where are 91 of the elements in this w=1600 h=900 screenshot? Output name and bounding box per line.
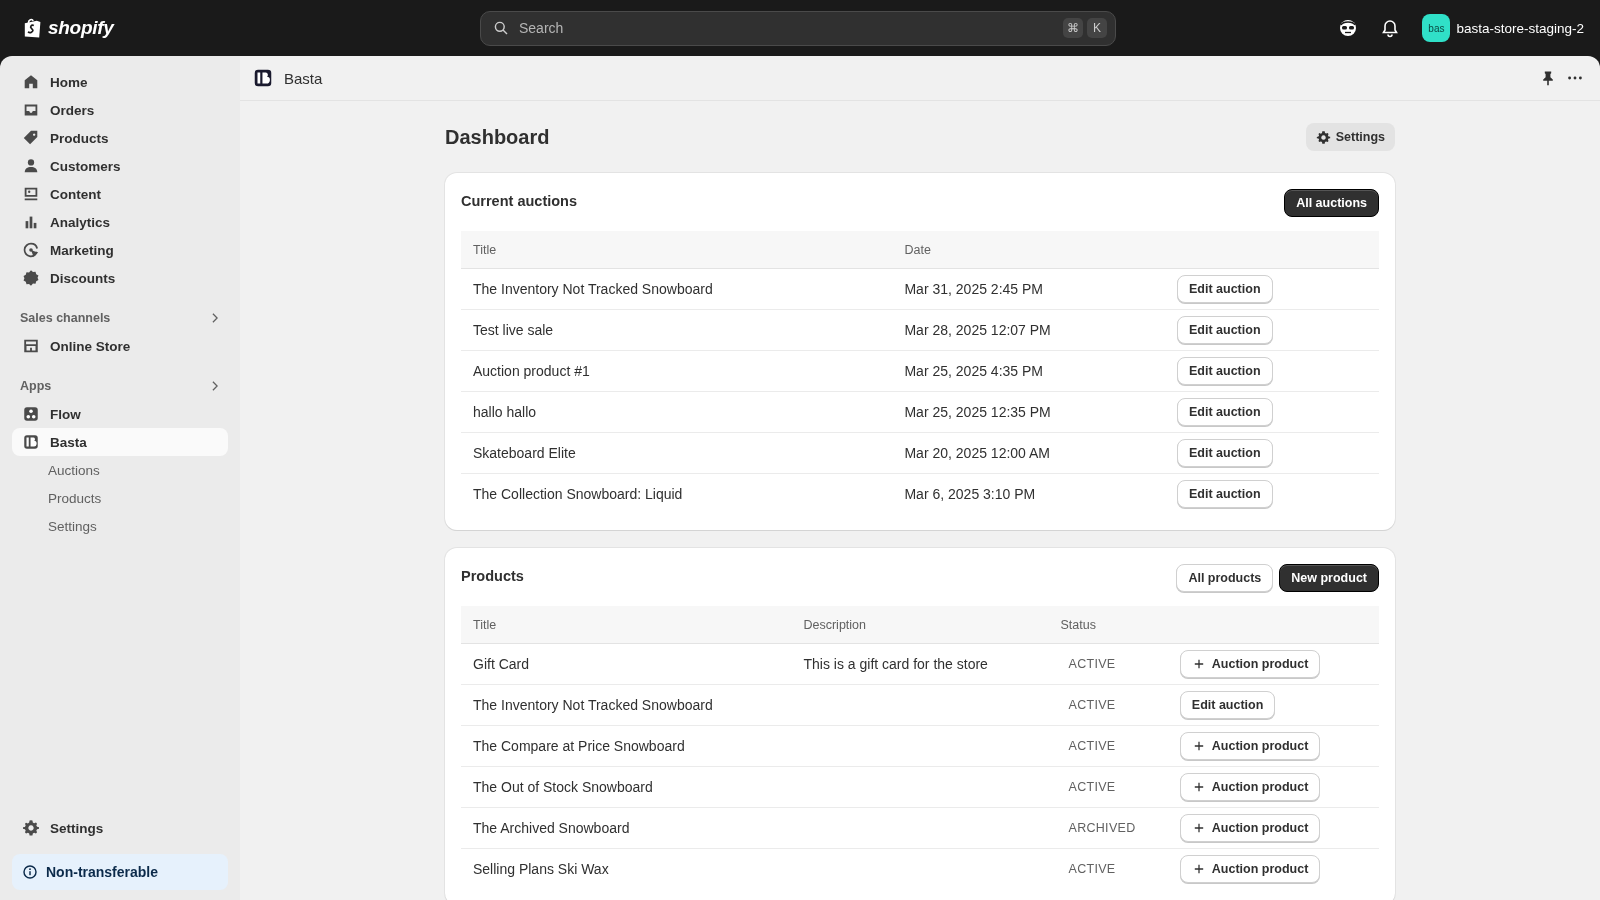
all-auctions-button[interactable]: All auctions [1284, 189, 1379, 217]
table-cell: Auction product #1 [461, 350, 893, 392]
table-cell: hallo hallo [461, 391, 893, 433]
table-cell: The Collection Snowboard: Liquid [461, 473, 893, 514]
all-products-button[interactable]: All products [1176, 564, 1274, 592]
storefront-icon [22, 337, 40, 355]
column-header: Description [791, 606, 1049, 644]
gear-icon [1315, 129, 1331, 145]
table-cell: Mar 6, 2025 3:10 PM [892, 473, 1165, 514]
status-text: ACTIVE [1048, 643, 1168, 685]
column-header: Title [461, 231, 893, 269]
edit-auction-button[interactable]: Edit auction [1177, 357, 1273, 385]
table-cell: Mar 25, 2025 12:35 PM [892, 391, 1165, 433]
table-cell: The Archived Snowboard [461, 807, 792, 849]
table-cell: The Out of Stock Snowboard [461, 766, 792, 808]
app-name: Basta [284, 69, 323, 87]
card-title: Products [461, 567, 524, 584]
table-cell: Mar 20, 2025 12:00 AM [892, 432, 1165, 474]
store-name[interactable]: basta-store-staging-2 [1456, 20, 1584, 36]
table-cell: Test live sale [461, 309, 893, 351]
table-cell: Skateboard Elite [461, 432, 893, 474]
table-cell: Gift Card [461, 643, 792, 685]
tag-icon [22, 129, 40, 147]
glasses-face-icon[interactable] [1338, 18, 1359, 38]
info-icon [22, 864, 38, 880]
pin-icon[interactable] [1540, 70, 1556, 86]
shortcut-key: ⌘ [1063, 18, 1083, 38]
sidebar-subitem[interactable]: Settings [48, 518, 97, 534]
table-cell: The Inventory Not Tracked Snowboard [461, 684, 792, 726]
sidebar-item[interactable]: Customers [12, 152, 228, 180]
auction-product-button[interactable]: Auction product [1179, 814, 1321, 842]
target-icon [22, 241, 40, 259]
table-cell: This is a gift card for the store [791, 643, 1049, 685]
sidebar-item[interactable]: Marketing [12, 236, 228, 264]
sidebar-item[interactable]: Basta [12, 428, 228, 456]
edit-auction-button[interactable]: Edit auction [1177, 480, 1273, 508]
section-heading[interactable]: Apps [20, 379, 52, 393]
page-title: Dashboard [445, 125, 550, 149]
sidebar-item[interactable]: Discounts [12, 264, 228, 292]
gear-icon [22, 819, 40, 837]
table-cell: Mar 25, 2025 4:35 PM [892, 350, 1165, 392]
status-text: ACTIVE [1048, 766, 1168, 808]
section-heading[interactable]: Sales channels [20, 311, 111, 325]
app-logo-icon [22, 433, 40, 451]
home-icon [22, 73, 40, 91]
status-text: ACTIVE [1048, 684, 1168, 726]
column-header: Title [461, 606, 792, 644]
sidebar-item[interactable]: Content [12, 180, 228, 208]
table-cell: Mar 28, 2025 12:07 PM [892, 309, 1165, 351]
table-cell: The Compare at Price Snowboard [461, 725, 792, 767]
sidebar-item[interactable]: Settings [12, 814, 228, 842]
status-text: ACTIVE [1048, 848, 1168, 889]
edit-auction-button[interactable]: Edit auction [1177, 398, 1273, 426]
image-icon [22, 185, 40, 203]
sidebar-subitem[interactable]: Auctions [48, 462, 100, 478]
shortcut-key: K [1087, 18, 1107, 38]
settings-button[interactable]: Settings [1305, 123, 1395, 151]
table-cell: The Inventory Not Tracked Snowboard [461, 268, 893, 310]
sidebar-subitem[interactable]: Products [48, 490, 102, 506]
status-text: ARCHIVED [1048, 807, 1168, 849]
table-cell: Mar 31, 2025 2:45 PM [892, 268, 1165, 310]
notice-banner[interactable]: Non-transferable [12, 854, 228, 890]
sidebar-item[interactable]: Analytics [12, 208, 228, 236]
status-text: ACTIVE [1048, 725, 1168, 767]
column-header: Status [1048, 606, 1168, 644]
app-logo-icon [252, 67, 274, 89]
search-field[interactable]: Search ⌘ K [480, 10, 1116, 46]
search-icon [493, 20, 509, 36]
auction-product-button[interactable]: Auction product [1179, 650, 1321, 678]
edit-auction-button[interactable]: Edit auction [1177, 275, 1273, 303]
sidebar-item[interactable]: Orders [12, 96, 228, 124]
edit-auction-button[interactable]: Edit auction [1177, 439, 1273, 467]
column-header: Date [892, 231, 1165, 269]
store-avatar[interactable]: bas [1422, 14, 1451, 42]
auction-product-button[interactable]: Auction product [1179, 773, 1321, 801]
badge-icon [22, 269, 40, 287]
sidebar-item[interactable]: Flow [12, 400, 228, 428]
person-icon [22, 157, 40, 175]
sidebar-item[interactable]: Online Store [12, 332, 228, 360]
edit-auction-button[interactable]: Edit auction [1179, 691, 1276, 719]
sidebar-item[interactable]: Home [12, 68, 228, 96]
card-title: Current auctions [461, 192, 577, 209]
auction-product-button[interactable]: Auction product [1179, 855, 1321, 883]
search-input[interactable]: Search [517, 19, 1055, 37]
auction-product-button[interactable]: Auction product [1179, 732, 1321, 760]
table-cell: Selling Plans Ski Wax [461, 848, 792, 889]
new-product-button[interactable]: New product [1279, 564, 1379, 592]
edit-auction-button[interactable]: Edit auction [1177, 316, 1273, 344]
logo-text: shopify [48, 17, 114, 39]
sidebar-item[interactable]: Products [12, 124, 228, 152]
flow-icon [22, 405, 40, 423]
